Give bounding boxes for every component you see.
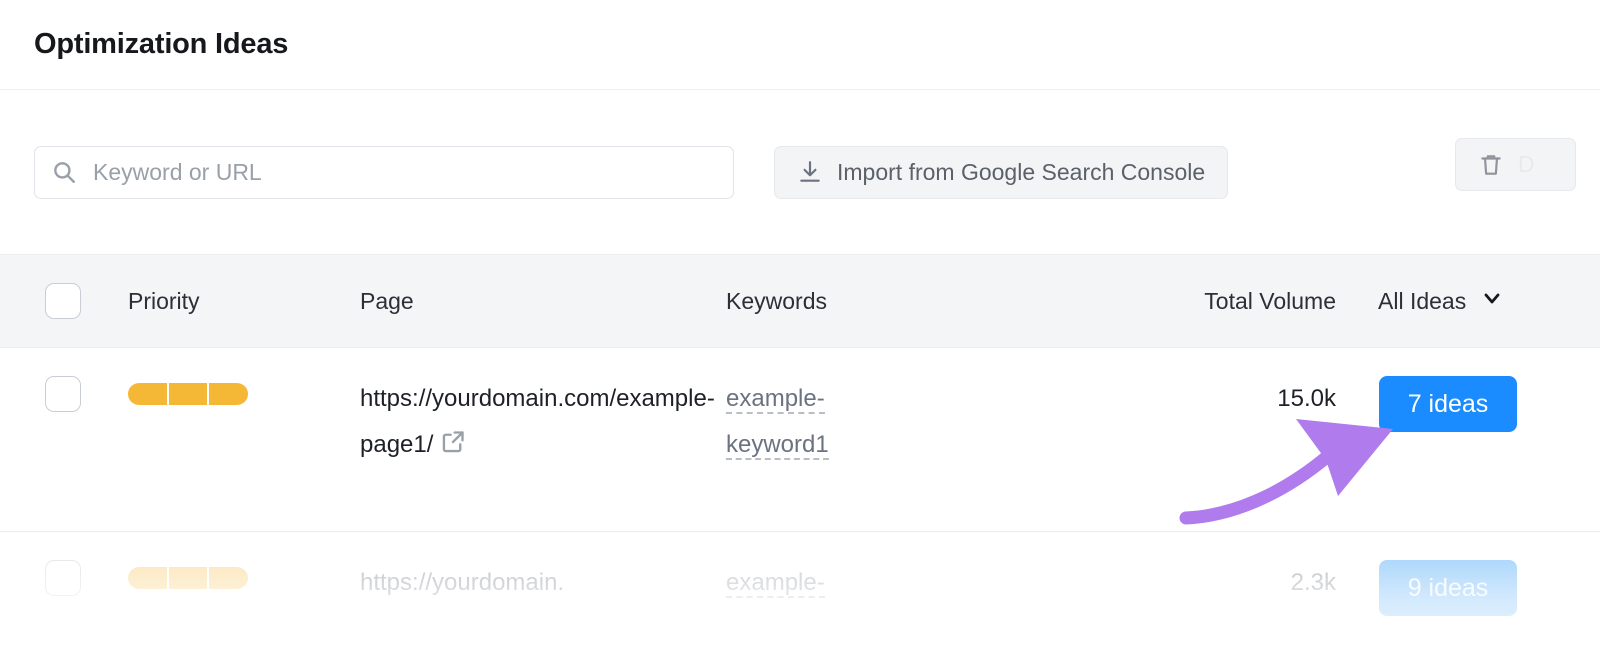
import-button-label: Import from Google Search Console [837, 158, 1206, 185]
total-volume-value: 15.0k [1277, 385, 1336, 412]
page-title: Optimization Ideas [34, 28, 289, 60]
column-header-priority[interactable]: Priority [126, 288, 360, 315]
column-header-page[interactable]: Page [360, 288, 726, 315]
search-box[interactable] [34, 145, 734, 199]
ideas-cell: 7 ideas [1336, 348, 1600, 432]
page-url-text: https://yourdomain.com/example-page1/ [360, 385, 715, 458]
page-url[interactable]: https://yourdomain. [360, 560, 726, 606]
priority-cell [126, 532, 360, 589]
row-checkbox[interactable] [45, 560, 81, 596]
keyword-link[interactable]: example-keyword1 [726, 385, 829, 460]
keywords-cell: example-keyword1 [726, 348, 1136, 468]
row-select-cell [0, 348, 126, 412]
import-from-google-search-console-button[interactable]: Import from Google Search Console [774, 145, 1229, 199]
table-header-row: Priority Page Keywords Total Volume All … [0, 254, 1600, 348]
delete-button[interactable]: D [1455, 138, 1576, 191]
keyword-wrap: example-keyword1 [726, 376, 876, 468]
keyword-wrap: example- [726, 560, 876, 606]
priority-cell [126, 348, 360, 405]
column-header-total-volume[interactable]: Total Volume [1136, 288, 1336, 315]
optimization-ideas-table: Priority Page Keywords Total Volume All … [0, 254, 1600, 648]
delete-button-label: D [1518, 151, 1535, 177]
select-all-cell [0, 283, 126, 319]
priority-segment [209, 567, 249, 589]
total-volume-value: 2.3k [1290, 569, 1336, 596]
search-icon [51, 159, 77, 185]
priority-segment [128, 567, 167, 589]
trash-icon [1478, 152, 1504, 178]
column-header-keywords[interactable]: Keywords [726, 288, 1136, 315]
priority-segment [128, 383, 167, 405]
priority-segment [168, 567, 208, 589]
table-row[interactable]: https://yourdomain.com/example-page1/ ex… [0, 348, 1600, 532]
row-checkbox[interactable] [45, 376, 81, 412]
ideas-badge[interactable]: 7 ideas [1379, 376, 1517, 432]
page-cell: https://yourdomain.com/example-page1/ [360, 348, 726, 471]
total-volume-cell: 15.0k [1136, 348, 1336, 422]
row-select-cell [0, 532, 126, 596]
keyword-link[interactable]: example- [726, 569, 825, 598]
total-volume-cell: 2.3k [1136, 532, 1336, 606]
priority-segment [168, 383, 208, 405]
select-all-checkbox[interactable] [45, 283, 81, 319]
page-url-text: https://yourdomain. [360, 569, 565, 596]
ideas-cell: 9 ideas [1336, 532, 1600, 616]
search-input[interactable] [91, 157, 717, 187]
ideas-badge[interactable]: 9 ideas [1379, 560, 1517, 616]
toolbar: Import from Google Search Console [0, 90, 1600, 254]
download-icon [797, 159, 823, 185]
all-ideas-dropdown[interactable]: All Ideas [1378, 286, 1504, 316]
column-header-ideas-filter: All Ideas [1336, 286, 1600, 316]
priority-indicator [128, 383, 249, 405]
page-url[interactable]: https://yourdomain.com/example-page1/ [360, 376, 726, 471]
all-ideas-label: All Ideas [1378, 287, 1467, 314]
page-cell: https://yourdomain. [360, 532, 726, 606]
table-row[interactable]: https://yourdomain. example- 2.3k 9 idea… [0, 532, 1600, 648]
external-link-icon[interactable] [440, 425, 467, 471]
page-header: Optimization Ideas [0, 0, 1600, 90]
keywords-cell: example- [726, 532, 1136, 606]
priority-indicator [128, 567, 249, 589]
priority-segment [209, 383, 249, 405]
chevron-down-icon [1480, 286, 1504, 316]
